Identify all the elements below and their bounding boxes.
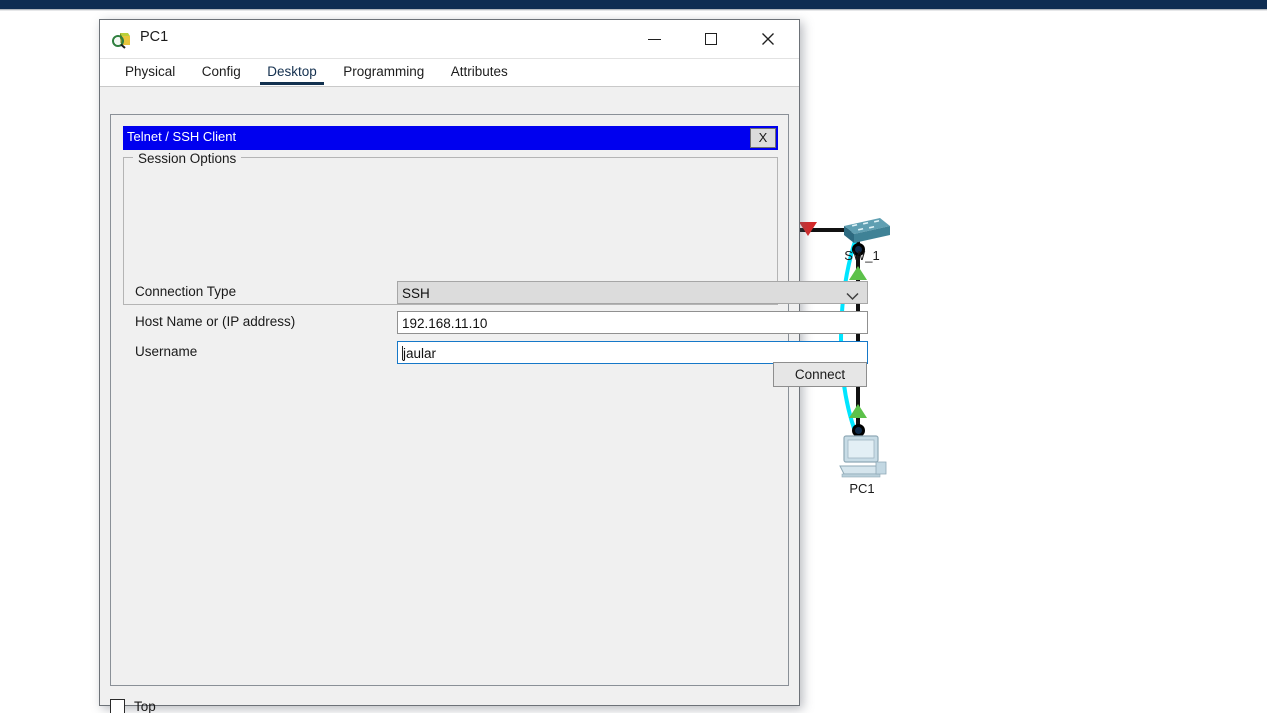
ssh-client-title: Telnet / SSH Client [127,129,237,144]
close-icon [762,33,774,45]
window-title: PC1 [140,29,169,45]
tab-attributes[interactable]: Attributes [440,61,519,83]
tab-programming[interactable]: Programming [332,61,435,83]
username-input[interactable]: jaular [397,341,868,364]
device-tabbar[interactable]: Physical Config Desktop Programming Attr… [100,59,799,87]
maximize-icon [705,33,717,45]
minimize-icon [647,38,661,40]
window-minimize-button[interactable] [631,20,677,58]
connection-type-select[interactable]: SSH [397,281,868,304]
pc-label: PC1 [849,481,875,496]
tab-desktop[interactable]: Desktop [256,61,328,85]
desktop-top-strip-shadow [0,9,1267,11]
ssh-client-titlebar: Telnet / SSH Client X [123,126,778,150]
top-checkbox-row: Top [110,695,156,713]
connect-button[interactable]: Connect [773,362,867,387]
host-value: 192.168.11.10 [402,316,488,331]
connection-type-row: Connection Type SSH [111,281,868,304]
desktop-panel: Telnet / SSH Client X Session Options Co… [110,114,868,686]
tab-config[interactable]: Config [191,61,252,83]
link-status-up-indicator-pc [849,404,867,418]
window-close-button[interactable] [745,20,791,58]
window-maximize-button[interactable] [688,20,734,58]
desktop-top-strip [0,0,1267,9]
switch-icon[interactable] [834,216,890,246]
window-titlebar: PC1 [100,20,799,59]
chevron-down-icon [846,287,859,306]
ssh-client-close-button[interactable]: X [750,128,776,148]
host-row: Host Name or (IP address) 192.168.11.10 [111,311,868,334]
connection-type-value: SSH [402,286,430,301]
pc-icon[interactable] [836,432,888,480]
host-input[interactable]: 192.168.11.10 [397,311,868,334]
username-value: jaular [403,346,437,361]
device-window: PC1 Physical Config Desktop Programming … [99,19,868,713]
tab-physical[interactable]: Physical [114,61,186,83]
top-checkbox[interactable] [110,698,125,713]
host-label: Host Name or (IP address) [135,314,296,329]
packet-tracer-inspect-icon [112,30,132,50]
screen: SW_1 PC1 PC1 Physical Config Desktop Pro… [0,0,1267,713]
username-row: Username jaular [111,341,868,364]
connection-type-label: Connection Type [135,284,237,299]
switch-label: SW_1 [844,248,880,263]
link-status-down-indicator [799,222,817,236]
top-checkbox-label: Top [134,698,156,713]
session-options-legend: Session Options [133,151,242,166]
username-label: Username [135,344,198,359]
link-status-up-indicator-switch [849,266,867,280]
